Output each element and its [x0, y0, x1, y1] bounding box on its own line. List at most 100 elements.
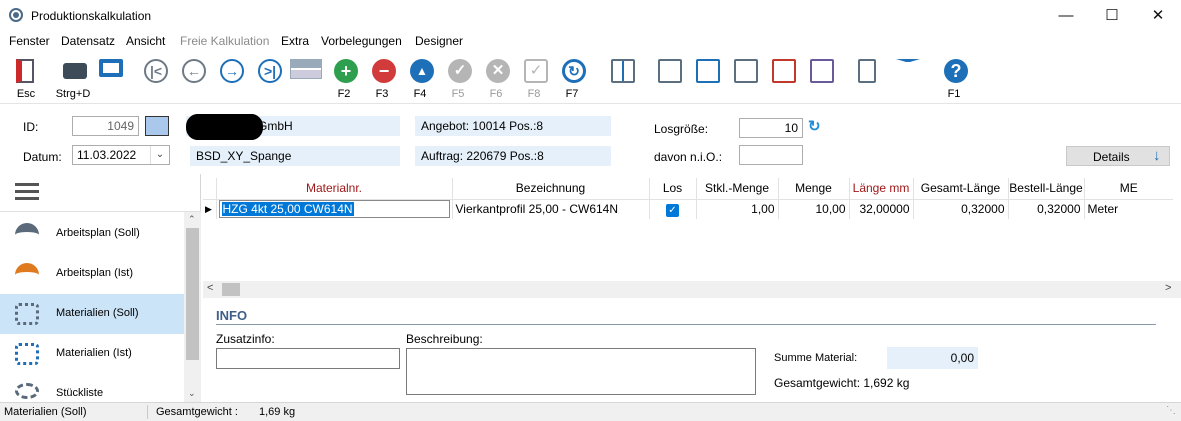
- status-divider: [147, 405, 148, 419]
- edit-shortcut: F4: [413, 88, 427, 100]
- menu-extra[interactable]: Extra: [281, 34, 309, 48]
- color-swatch[interactable]: [145, 116, 169, 136]
- maximize-button[interactable]: ☐: [1089, 0, 1135, 31]
- calculator-button[interactable]: [603, 55, 639, 103]
- column-header-bestell-laenge[interactable]: Bestell-Länge: [1008, 178, 1085, 200]
- screen-button[interactable]: [91, 55, 127, 103]
- cancel-button[interactable]: ✕ F6: [478, 55, 514, 103]
- tool-button-5[interactable]: [802, 55, 838, 103]
- column-header-los[interactable]: Los: [649, 178, 697, 200]
- column-header-stkl-menge[interactable]: Stkl.-Menge: [696, 178, 779, 200]
- title-bar: Produktionskalkulation — ☐ ✕: [0, 0, 1181, 31]
- sidebar-item-label: Materialien (Ist): [56, 347, 132, 359]
- laenge-mm-cell[interactable]: 32,00000: [849, 199, 914, 219]
- exit-button[interactable]: Esc: [8, 55, 44, 103]
- print-button[interactable]: Strg+D: [55, 55, 91, 103]
- row-indicator-header: [203, 178, 217, 200]
- sidebar-item-arbeitsplan-soll[interactable]: Arbeitsplan (Soll): [0, 214, 184, 254]
- nio-input[interactable]: [739, 145, 803, 165]
- scroll-down-icon[interactable]: ⌄: [188, 388, 196, 399]
- last-record-button[interactable]: >|: [250, 55, 286, 103]
- window-title: Produktionskalkulation: [31, 9, 152, 23]
- help-button[interactable]: ? F1: [936, 55, 972, 103]
- sidebar-item-materialien-ist[interactable]: Materialien (Ist): [0, 334, 184, 374]
- status-bar: Materialien (Soll) Gesamtgewicht : 1,69 …: [0, 402, 1181, 421]
- menu-designer[interactable]: Designer: [415, 34, 463, 48]
- sidebar-item-label: Arbeitsplan (Soll): [56, 227, 140, 239]
- refresh-button[interactable]: ↻ F7: [554, 55, 590, 103]
- sidebar-item-materialien-soll[interactable]: Materialien (Soll): [0, 294, 184, 334]
- column-header-gesamt-laenge[interactable]: Gesamt-Länge: [913, 178, 1009, 200]
- menu-vorbelegungen[interactable]: Vorbelegungen: [321, 34, 402, 48]
- sidebar-item-label: Materialien (Soll): [56, 307, 139, 319]
- previous-record-button[interactable]: ←: [174, 55, 210, 103]
- chevron-down-icon[interactable]: ⌄: [150, 146, 169, 164]
- edit-button[interactable]: ▲ F4: [402, 55, 438, 103]
- materialnr-cell[interactable]: HZG 4kt 25,00 CW614N: [216, 199, 453, 219]
- close-button[interactable]: ✕: [1135, 0, 1181, 31]
- menu-ansicht[interactable]: Ansicht: [126, 34, 165, 48]
- table-row[interactable]: ▶ HZG 4kt 25,00 CW614N Vierkantprofil 25…: [203, 199, 1173, 219]
- arrow-right-icon: →: [220, 59, 244, 83]
- sidebar: Arbeitsplan (Soll) Arbeitsplan (Ist) Mat…: [0, 174, 201, 402]
- save-button[interactable]: ✓ F5: [440, 55, 476, 103]
- sidebar-item-stueckliste[interactable]: Stückliste: [0, 374, 184, 402]
- bestell-laenge-cell[interactable]: 0,32000: [1008, 199, 1085, 219]
- los-checkbox[interactable]: ✓: [666, 203, 679, 217]
- grid-horizontal-scrollbar[interactable]: < >: [203, 281, 1181, 298]
- datum-field[interactable]: 11.03.2022 ⌄: [72, 145, 170, 165]
- stkl-menge-cell[interactable]: 1,00: [696, 199, 779, 219]
- bezeichnung-cell[interactable]: Vierkantprofil 25,00 - CW614N: [452, 199, 650, 219]
- save-shortcut: F5: [451, 88, 465, 100]
- menge-cell[interactable]: 10,00: [778, 199, 850, 219]
- menu-freie-kalkulation[interactable]: Freie Kalkulation: [180, 34, 269, 48]
- tool-button-4[interactable]: [764, 55, 800, 103]
- filter-icon: [896, 59, 920, 83]
- table-check-icon: [734, 59, 758, 83]
- id-field[interactable]: 1049: [72, 116, 139, 136]
- zusatzinfo-input[interactable]: [216, 348, 400, 369]
- record-view-button[interactable]: [288, 55, 324, 103]
- menu-datensatz[interactable]: Datensatz: [61, 34, 115, 48]
- minimize-button[interactable]: —: [1043, 0, 1089, 31]
- filter-button[interactable]: [888, 55, 924, 103]
- status-gewicht-value: 1,69 kg: [259, 406, 296, 418]
- losgroesse-input[interactable]: 10: [739, 118, 803, 138]
- sidebar-item-label: Stückliste: [56, 387, 104, 399]
- refresh-icon: ↻: [562, 59, 586, 83]
- column-header-me[interactable]: ME: [1084, 178, 1173, 200]
- menu-fenster[interactable]: Fenster: [9, 34, 50, 48]
- hamburger-menu-button[interactable]: [15, 183, 39, 201]
- details-button[interactable]: Details ↓: [1066, 146, 1170, 166]
- scroll-right-icon[interactable]: >: [1165, 282, 1171, 294]
- column-header-bezeichnung[interactable]: Bezeichnung: [452, 178, 650, 200]
- sidebar-item-arbeitsplan-ist[interactable]: Arbeitsplan (Ist): [0, 254, 184, 294]
- scroll-up-icon[interactable]: ⌃: [188, 214, 196, 225]
- los-cell[interactable]: ✓: [649, 199, 697, 219]
- horizontal-scroll-thumb[interactable]: [222, 283, 240, 296]
- tool-button-1[interactable]: [650, 55, 686, 103]
- sidebar-scroll-thumb[interactable]: [186, 228, 199, 360]
- me-cell[interactable]: Meter: [1084, 199, 1173, 219]
- next-record-button[interactable]: →: [212, 55, 248, 103]
- column-header-laenge-mm[interactable]: Länge mm: [849, 178, 914, 200]
- check-icon: ✓: [448, 59, 472, 83]
- materialnr-value: HZG 4kt 25,00 CW614N: [221, 202, 354, 217]
- beschreibung-textarea[interactable]: [406, 348, 756, 395]
- gesamt-laenge-cell[interactable]: 0,32000: [913, 199, 1009, 219]
- refresh-small-icon[interactable]: ↻: [808, 119, 824, 135]
- scroll-left-icon[interactable]: <: [207, 282, 213, 294]
- column-header-materialnr[interactable]: Materialnr.: [216, 178, 453, 200]
- confirm-button[interactable]: ✓ F8: [516, 55, 552, 103]
- delete-button[interactable]: − F3: [364, 55, 400, 103]
- first-record-button[interactable]: |<: [136, 55, 172, 103]
- sidebar-scrollbar[interactable]: ⌃ ⌄: [184, 212, 201, 402]
- copy-button[interactable]: [850, 55, 886, 103]
- add-button[interactable]: + F2: [326, 55, 362, 103]
- column-header-menge[interactable]: Menge: [778, 178, 850, 200]
- tool-button-3[interactable]: [726, 55, 762, 103]
- plus-icon: +: [334, 59, 358, 83]
- tool-button-2[interactable]: [688, 55, 724, 103]
- angebot-field: Angebot: 10014 Pos.:8: [415, 116, 611, 136]
- resize-grip-icon[interactable]: ⋱: [1166, 405, 1176, 416]
